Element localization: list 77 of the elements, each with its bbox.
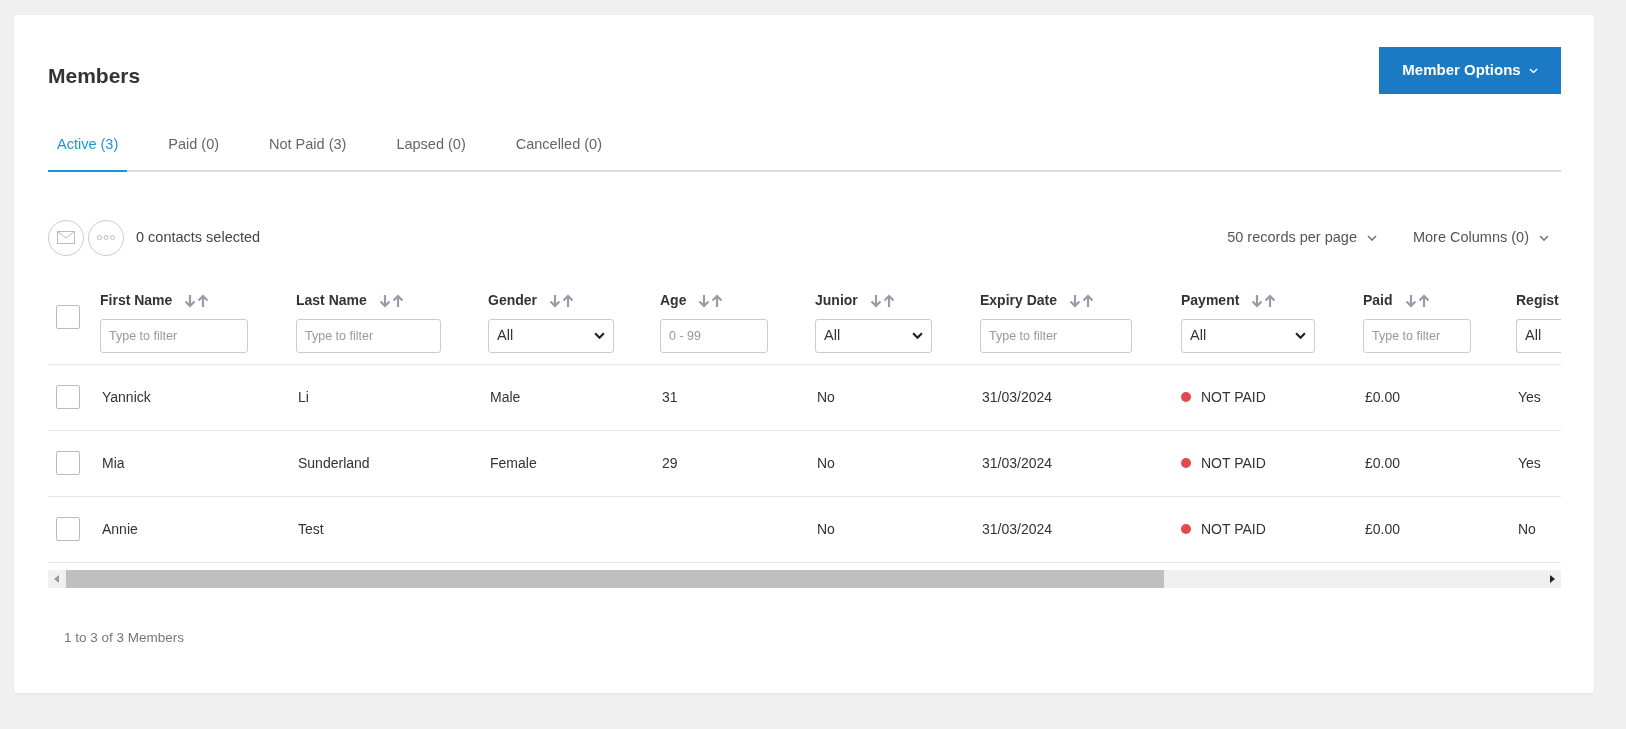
table-cell-text: 31/03/2024	[981, 454, 1053, 471]
column-header[interactable]: Regist	[1516, 290, 1559, 312]
table-cell-text: 31	[661, 388, 678, 405]
sort-arrows-icon[interactable]	[698, 293, 725, 308]
table-cell-text: NOT PAID	[1200, 519, 1266, 539]
filter-field[interactable]: 0 - 99	[660, 318, 768, 353]
tab[interactable]: Cancelled (0)	[506, 124, 611, 172]
more-actions-button[interactable]	[88, 219, 124, 256]
email-button[interactable]	[48, 219, 84, 256]
tab[interactable]: Paid (0)	[159, 124, 229, 172]
table-cell-text: Female	[489, 454, 537, 471]
envelope-icon	[57, 231, 75, 245]
table-cell-text: Test	[297, 520, 324, 537]
table-cell-text: 31/03/2024	[981, 388, 1053, 405]
tab[interactable]: Not Paid (3)	[260, 124, 356, 172]
filter-field[interactable]: Type to filter	[296, 318, 441, 353]
table-cell-text: £0.00	[1364, 454, 1401, 471]
chevron-down-icon	[594, 332, 605, 340]
tab[interactable]: Lapsed (0)	[387, 124, 475, 172]
table-cell-text: NOT PAID	[1200, 453, 1266, 473]
column-header[interactable]: Last Name	[296, 290, 367, 312]
table-cell-text: 29	[661, 454, 678, 471]
pagination-summary: 1 to 3 of 3 Members	[63, 628, 186, 647]
column-header[interactable]: Expiry Date	[980, 290, 1058, 312]
table-cell-text: No	[816, 520, 835, 537]
filter-dropdown[interactable]: All	[1181, 318, 1315, 353]
sort-arrows-icon[interactable]	[1251, 293, 1278, 308]
column-header[interactable]: Gender	[488, 290, 537, 312]
table-cell-text: Li	[297, 388, 309, 405]
chevron-down-icon	[1539, 234, 1549, 241]
column-header[interactable]: Paid	[1363, 290, 1393, 312]
table-cell-text: Male	[489, 388, 521, 405]
filter-field[interactable]: Type to filter	[980, 318, 1132, 353]
filter-dropdown[interactable]: All	[815, 318, 932, 353]
table-cell-text: 31/03/2024	[981, 520, 1053, 537]
column-header[interactable]: First Name	[100, 290, 173, 312]
table-cell-text: Sunderland	[297, 454, 370, 471]
member-options-button[interactable]: Member Options	[1379, 47, 1561, 94]
selection-count: 0 contacts selected	[136, 227, 261, 247]
chevron-down-icon	[1366, 234, 1377, 241]
sort-arrows-icon[interactable]	[184, 293, 211, 308]
table-cell-text: Mia	[101, 454, 125, 471]
table-cell-text: No	[816, 454, 835, 471]
checkbox[interactable]	[56, 517, 80, 542]
more-columns-dropdown[interactable]: More Columns (0)	[1412, 226, 1549, 249]
sort-arrows-icon[interactable]	[869, 293, 896, 308]
page-size-dropdown[interactable]: 50 records per page	[1227, 226, 1377, 249]
horizontal-scrollbar[interactable]	[48, 569, 1561, 588]
sort-arrows-icon[interactable]	[1404, 293, 1431, 308]
table-cell-text: Yannick	[101, 388, 151, 405]
filter-field[interactable]: Type to filter	[1363, 318, 1471, 353]
sort-arrows-icon[interactable]	[1069, 293, 1096, 308]
column-header[interactable]: Junior	[815, 290, 858, 312]
page-title: Members	[48, 63, 141, 89]
checkbox[interactable]	[56, 385, 80, 410]
checkbox[interactable]	[56, 451, 80, 476]
table-cell-text: Annie	[101, 520, 138, 537]
table-cell-text: No	[816, 388, 835, 405]
column-header[interactable]: Payment	[1181, 290, 1240, 312]
table-cell-text: No	[1517, 520, 1536, 537]
scrollbar-thumb[interactable]	[66, 569, 1164, 588]
chevron-down-icon	[1528, 67, 1538, 74]
chevron-down-icon	[1295, 332, 1306, 340]
chevron-down-icon	[912, 332, 923, 340]
table-cell-text: NOT PAID	[1200, 387, 1266, 407]
sort-arrows-icon[interactable]	[378, 293, 405, 308]
sort-arrows-icon[interactable]	[549, 293, 575, 308]
filter-field[interactable]: Type to filter	[100, 318, 248, 353]
table-cell-text: Yes	[1517, 388, 1541, 405]
table-cell-text: £0.00	[1364, 520, 1401, 537]
table-cell-text: £0.00	[1364, 388, 1401, 405]
ellipsis-icon	[97, 235, 115, 241]
filter-dropdown[interactable]: All	[488, 318, 614, 353]
table-cell-text: Yes	[1517, 454, 1541, 471]
checkbox[interactable]	[56, 304, 80, 329]
column-header[interactable]: Age	[660, 290, 687, 312]
filter-dropdown[interactable]: All	[1516, 318, 1561, 353]
